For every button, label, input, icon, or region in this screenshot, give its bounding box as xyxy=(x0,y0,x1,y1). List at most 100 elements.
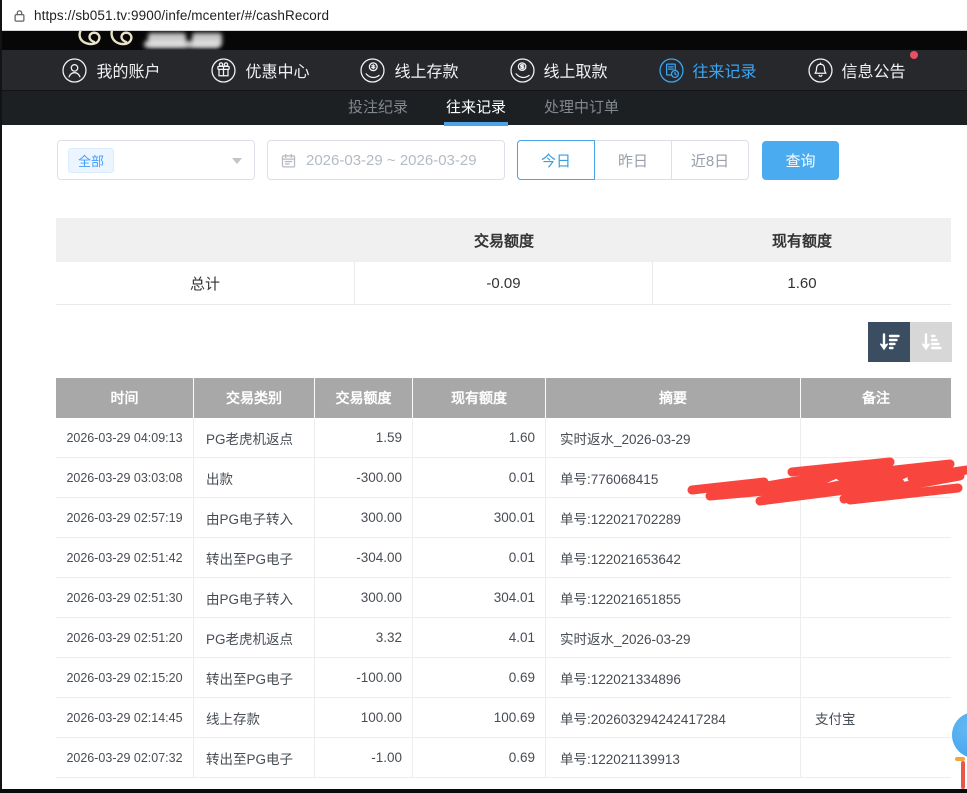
summary-total-row: 总计 -0.09 1.60 xyxy=(56,262,951,305)
cell-summary: 单号:122021334896 xyxy=(546,658,801,697)
transactions-body: 2026-03-29 04:09:13 PG老虎机返点 1.59 1.60 实时… xyxy=(56,418,951,778)
site-logo-icon xyxy=(72,31,152,50)
tab-cash-records[interactable]: 往来记录 xyxy=(444,91,508,126)
calendar-icon xyxy=(280,152,297,169)
window-bottom-edge xyxy=(0,789,967,793)
tab-pending-orders[interactable]: 处理中订单 xyxy=(542,91,621,126)
cell-summary: 单号:122021651855 xyxy=(546,578,801,617)
float-widget-decoration xyxy=(961,761,965,789)
nav-item-deposit[interactable]: 线上存款 xyxy=(359,57,458,84)
col-header-summary: 摘要 xyxy=(546,378,801,418)
cell-note xyxy=(801,498,951,537)
address-bar[interactable]: https://sb051.tv:9900/infe/mcenter/#/cas… xyxy=(0,0,967,31)
date-range-value: 2026-03-29 ~ 2026-03-29 xyxy=(306,152,477,169)
sort-ascending-icon[interactable] xyxy=(910,322,952,362)
summary-header-balance: 现有额度 xyxy=(653,218,951,262)
cell-type: 由PG电子转入 xyxy=(194,498,315,537)
deposit-icon xyxy=(359,57,386,84)
quick-date-group: 今日 昨日 近8日 xyxy=(517,140,749,180)
cell-note xyxy=(801,658,951,697)
transactions-table: 时间 交易类别 交易额度 现有额度 摘要 备注 2026-03-29 04:09… xyxy=(56,378,951,778)
cell-balance: 0.69 xyxy=(413,658,546,697)
table-row: 2026-03-29 02:57:19 由PG电子转入 300.00 300.0… xyxy=(56,498,951,538)
table-row: 2026-03-29 02:15:20 转出至PG电子 -100.00 0.69… xyxy=(56,658,951,698)
cell-balance: 0.01 xyxy=(413,538,546,577)
nav-label: 信息公告 xyxy=(842,58,906,82)
date-range-picker[interactable]: 2026-03-29 ~ 2026-03-29 xyxy=(267,140,505,180)
cell-summary: 单号:122021139913 xyxy=(546,738,801,777)
last-8-days-button[interactable]: 近8日 xyxy=(671,140,749,180)
nav-item-withdraw[interactable]: 线上取款 xyxy=(509,57,608,84)
sort-descending-icon[interactable] xyxy=(868,322,910,362)
main-nav: 我的账户 优惠中心 线上存款 线上取款 xyxy=(0,50,967,90)
nav-item-promotions[interactable]: 优惠中心 xyxy=(210,57,309,84)
col-header-note: 备注 xyxy=(801,378,951,418)
col-header-type: 交易类别 xyxy=(194,378,315,418)
col-header-time: 时间 xyxy=(56,378,194,418)
nav-item-announcements[interactable]: 信息公告 xyxy=(807,57,906,84)
site-logo-strip xyxy=(0,31,967,50)
subtab-bar: 投注纪录 往来记录 处理中订单 xyxy=(0,90,967,125)
withdraw-icon xyxy=(509,57,536,84)
cell-time: 2026-03-29 02:15:20 xyxy=(56,658,194,697)
customer-service-float-button[interactable] xyxy=(952,712,967,758)
browser-window: https://sb051.tv:9900/infe/mcenter/#/cas… xyxy=(0,0,967,793)
table-row: 2026-03-29 02:51:20 PG老虎机返点 3.32 4.01 实时… xyxy=(56,618,951,658)
filter-row: 全部 2026-03-29 ~ 2026-03-29 今日 昨日 近8日 查询 xyxy=(57,140,839,180)
cell-transaction-amount: 100.00 xyxy=(315,698,413,737)
bell-icon xyxy=(807,57,834,84)
selected-type-tag[interactable]: 全部 xyxy=(68,148,114,173)
nav-item-my-account[interactable]: 我的账户 xyxy=(61,57,160,84)
cell-balance: 304.01 xyxy=(413,578,546,617)
logo-redaction-block xyxy=(144,41,220,48)
cell-summary: 单号:202603294242417284 xyxy=(546,698,801,737)
summary-header-transaction: 交易额度 xyxy=(355,218,653,262)
cell-summary: 单号:122021702289 xyxy=(546,498,801,537)
cell-note xyxy=(801,738,951,777)
table-row: 2026-03-29 02:14:45 线上存款 100.00 100.69 单… xyxy=(56,698,951,738)
col-header-transaction-amount: 交易额度 xyxy=(315,378,413,418)
notification-badge xyxy=(910,51,918,59)
yesterday-button[interactable]: 昨日 xyxy=(594,140,672,180)
cell-note: 支付宝 xyxy=(801,698,951,737)
nav-label: 我的账户 xyxy=(96,58,160,82)
cell-note xyxy=(801,538,951,577)
summary-total-label: 总计 xyxy=(56,262,355,304)
cell-type: 转出至PG电子 xyxy=(194,538,315,577)
transactions-header: 时间 交易类别 交易额度 现有额度 摘要 备注 xyxy=(56,378,951,418)
summary-header-row: 交易额度 现有额度 xyxy=(56,218,951,262)
cell-type: PG老虎机返点 xyxy=(194,418,315,457)
nav-label: 往来记录 xyxy=(693,58,757,82)
search-button[interactable]: 查询 xyxy=(762,141,839,180)
records-icon xyxy=(658,57,685,84)
col-header-balance: 现有额度 xyxy=(413,378,546,418)
cell-note xyxy=(801,618,951,657)
today-button[interactable]: 今日 xyxy=(517,140,595,180)
cell-transaction-amount: 1.59 xyxy=(315,418,413,457)
tab-bet-records[interactable]: 投注纪录 xyxy=(346,91,410,126)
summary-balance-total: 1.60 xyxy=(653,262,951,304)
lock-icon xyxy=(12,8,27,23)
cell-time: 2026-03-29 03:03:08 xyxy=(56,458,194,497)
cell-type: 出款 xyxy=(194,458,315,497)
summary-table: 交易额度 现有额度 总计 -0.09 1.60 xyxy=(56,218,951,305)
cell-time: 2026-03-29 02:14:45 xyxy=(56,698,194,737)
cell-type: 转出至PG电子 xyxy=(194,738,315,777)
type-select[interactable]: 全部 xyxy=(57,140,255,180)
cell-transaction-amount: 3.32 xyxy=(315,618,413,657)
cell-time: 2026-03-29 02:07:32 xyxy=(56,738,194,777)
nav-label: 优惠中心 xyxy=(245,58,309,82)
cell-summary: 单号:776068415 xyxy=(546,458,801,497)
table-row: 2026-03-29 04:09:13 PG老虎机返点 1.59 1.60 实时… xyxy=(56,418,951,458)
cell-transaction-amount: 300.00 xyxy=(315,498,413,537)
cell-type: PG老虎机返点 xyxy=(194,618,315,657)
cell-type: 由PG电子转入 xyxy=(194,578,315,617)
cell-balance: 100.69 xyxy=(413,698,546,737)
cell-transaction-amount: -300.00 xyxy=(315,458,413,497)
cell-note xyxy=(801,418,951,457)
summary-header-empty xyxy=(56,218,355,262)
nav-item-cash-records[interactable]: 往来记录 xyxy=(658,57,757,84)
cell-balance: 0.69 xyxy=(413,738,546,777)
nav-label: 线上存款 xyxy=(394,58,458,82)
table-row: 2026-03-29 03:03:08 出款 -300.00 0.01 单号:7… xyxy=(56,458,951,498)
